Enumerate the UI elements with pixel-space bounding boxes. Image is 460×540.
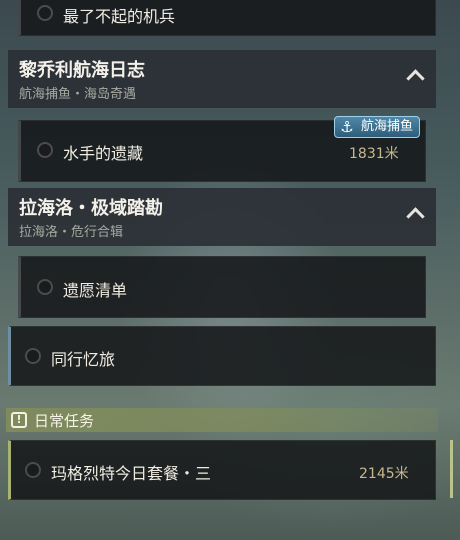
group-subtitle: 拉海洛・危行合辑 [19, 225, 124, 240]
quest-status-circle-icon [37, 279, 53, 295]
quest-title: 同行忆旅 [51, 350, 116, 369]
chevron-up-icon[interactable] [406, 69, 425, 88]
exclamation-icon: ! [11, 412, 27, 428]
quest-title: 最了不起的机兵 [63, 7, 176, 26]
quest-status-circle-icon [25, 348, 41, 364]
quest-distance: 1831米 [349, 146, 399, 162]
quest-tracker-panel: 最了不起的机兵 黎乔利航海日志 航海捕鱼・海岛奇遇 水手的遗藏 1831米 ⚓ … [0, 0, 460, 540]
daily-section-header: ! 日常任务 [6, 408, 438, 432]
quest-title: 水手的遗藏 [63, 144, 144, 163]
quest-status-circle-icon [25, 462, 41, 478]
activity-tag-badge: ⚓ 航海捕鱼 [334, 116, 421, 138]
quest-status-circle-icon [37, 5, 53, 21]
group-title: 黎乔利航海日志 [19, 60, 145, 81]
chevron-up-icon[interactable] [406, 207, 425, 226]
quest-item[interactable]: 最了不起的机兵 [18, 0, 436, 36]
quest-distance: 2145米 [359, 466, 409, 482]
quest-status-circle-icon [37, 142, 53, 158]
anchor-icon: ⚓ [340, 118, 354, 136]
group-subtitle: 航海捕鱼・海岛奇遇 [19, 87, 137, 102]
daily-section-title: 日常任务 [34, 412, 95, 430]
quest-title: 玛格烈特今日套餐・三 [51, 464, 212, 483]
quest-group-header[interactable]: 拉海洛・极域踏勘 拉海洛・危行合辑 [8, 188, 436, 246]
quest-item[interactable]: 遗愿清单 [18, 256, 426, 318]
group-title: 拉海洛・极域踏勘 [19, 198, 163, 219]
scrollbar[interactable] [450, 440, 453, 498]
tag-label: 航海捕鱼 [361, 119, 414, 134]
quest-title: 遗愿清单 [63, 281, 128, 300]
quest-item[interactable]: 玛格烈特今日套餐・三 2145米 [8, 440, 436, 500]
quest-group-header[interactable]: 黎乔利航海日志 航海捕鱼・海岛奇遇 [8, 50, 436, 108]
quest-item[interactable]: 同行忆旅 [8, 326, 436, 386]
